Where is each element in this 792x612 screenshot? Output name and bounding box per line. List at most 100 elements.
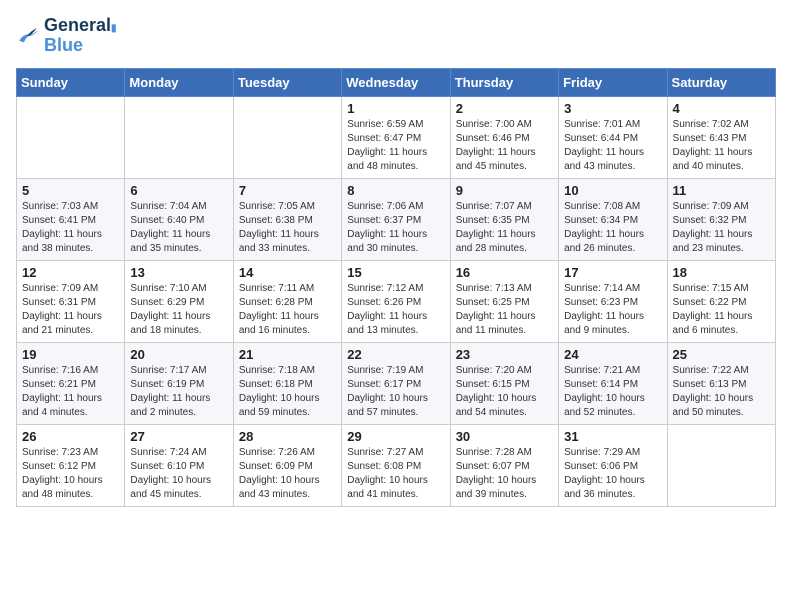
day-info: Sunrise: 7:00 AMSunset: 6:46 PMDaylight:… — [456, 118, 553, 174]
day-info: Sunrise: 7:09 AMSunset: 6:31 PMDaylight:… — [22, 282, 119, 338]
day-info: Sunrise: 7:06 AMSunset: 6:37 PMDaylight:… — [347, 200, 444, 256]
logo: General▮Blue — [16, 16, 117, 56]
day-info: Sunrise: 7:04 AMSunset: 6:40 PMDaylight:… — [130, 200, 227, 256]
weekday-header-cell: Friday — [559, 68, 667, 96]
calendar-day-cell: 3 Sunrise: 7:01 AMSunset: 6:44 PMDaylight… — [559, 96, 667, 178]
weekday-header-cell: Wednesday — [342, 68, 450, 96]
day-info: Sunrise: 7:28 AMSunset: 6:07 PMDaylight:… — [456, 446, 553, 502]
day-number: 28 — [239, 429, 336, 444]
calendar-day-cell: 19Sunrise: 7:16 AMSunset: 6:21 PMDayligh… — [17, 342, 125, 424]
day-number: 15 — [347, 265, 444, 280]
day-number: 12 — [22, 265, 119, 280]
day-number: 17 — [564, 265, 661, 280]
weekday-header-row: SundayMondayTuesdayWednesdayThursdayFrid… — [17, 68, 776, 96]
calendar-week-row: 12 Sunrise: 7:09 AMSunset: 6:31 PMDayligh… — [17, 260, 776, 342]
calendar-table: SundayMondayTuesdayWednesdayThursdayFrid… — [16, 68, 776, 507]
day-number: 30 — [456, 429, 553, 444]
day-info: Sunrise: 7:08 AMSunset: 6:34 PMDaylight:… — [564, 200, 661, 256]
day-info: Sunrise: 7:15 AMSunset: 6:22 PMDaylight:… — [673, 282, 770, 338]
day-number: 23 — [456, 347, 553, 362]
day-number: 24 — [564, 347, 661, 362]
day-info: Sunrise: 7:29 AMSunset: 6:06 PMDaylight:… — [564, 446, 661, 502]
calendar-day-cell: 24 Sunrise: 7:21 AMSunset: 6:14 PMDayligh… — [559, 342, 667, 424]
day-number: 27 — [130, 429, 227, 444]
day-info: Sunrise: 7:27 AMSunset: 6:08 PMDaylight:… — [347, 446, 444, 502]
weekday-header-cell: Thursday — [450, 68, 558, 96]
day-info: Sunrise: 7:24 AMSunset: 6:10 PMDaylight:… — [130, 446, 227, 502]
day-number: 14 — [239, 265, 336, 280]
logo-text: General▮Blue — [44, 16, 117, 56]
calendar-day-cell: 28 Sunrise: 7:26 AMSunset: 6:09 PMDayligh… — [233, 424, 341, 506]
calendar-body: 1 Sunrise: 6:59 AMSunset: 6:47 PMDaylight… — [17, 96, 776, 506]
day-info: Sunrise: 7:11 AMSunset: 6:28 PMDaylight:… — [239, 282, 336, 338]
day-number: 21 — [239, 347, 336, 362]
calendar-day-cell: 7 Sunrise: 7:05 AMSunset: 6:38 PMDaylight… — [233, 178, 341, 260]
day-number: 18 — [673, 265, 770, 280]
calendar-day-cell: 20 Sunrise: 7:17 AMSunset: 6:19 PMDayligh… — [125, 342, 233, 424]
calendar-day-cell: 31 Sunrise: 7:29 AMSunset: 6:06 PMDayligh… — [559, 424, 667, 506]
calendar-day-cell: 6 Sunrise: 7:04 AMSunset: 6:40 PMDaylight… — [125, 178, 233, 260]
day-info: Sunrise: 7:01 AMSunset: 6:44 PMDaylight:… — [564, 118, 661, 174]
day-info: Sunrise: 7:05 AMSunset: 6:38 PMDaylight:… — [239, 200, 336, 256]
day-number: 1 — [347, 101, 444, 116]
weekday-header-cell: Saturday — [667, 68, 775, 96]
day-number: 8 — [347, 183, 444, 198]
day-number: 4 — [673, 101, 770, 116]
calendar-week-row: 26Sunrise: 7:23 AMSunset: 6:12 PMDayligh… — [17, 424, 776, 506]
day-number: 13 — [130, 265, 227, 280]
calendar-day-cell: 2Sunrise: 7:00 AMSunset: 6:46 PMDaylight… — [450, 96, 558, 178]
day-info: Sunrise: 7:10 AMSunset: 6:29 PMDaylight:… — [130, 282, 227, 338]
day-number: 6 — [130, 183, 227, 198]
logo-icon — [16, 26, 40, 46]
day-info: Sunrise: 7:18 AMSunset: 6:18 PMDaylight:… — [239, 364, 336, 420]
calendar-day-cell: 17 Sunrise: 7:14 AMSunset: 6:23 PMDayligh… — [559, 260, 667, 342]
calendar-day-cell: 15 Sunrise: 7:12 AMSunset: 6:26 PMDayligh… — [342, 260, 450, 342]
day-number: 22 — [347, 347, 444, 362]
calendar-day-cell: 23 Sunrise: 7:20 AMSunset: 6:15 PMDayligh… — [450, 342, 558, 424]
day-info: Sunrise: 7:07 AMSunset: 6:35 PMDaylight:… — [456, 200, 553, 256]
day-number: 26 — [22, 429, 119, 444]
calendar-day-cell: 14 Sunrise: 7:11 AMSunset: 6:28 PMDayligh… — [233, 260, 341, 342]
day-info: Sunrise: 7:17 AMSunset: 6:19 PMDaylight:… — [130, 364, 227, 420]
calendar-day-cell: 30 Sunrise: 7:28 AMSunset: 6:07 PMDayligh… — [450, 424, 558, 506]
day-number: 5 — [22, 183, 119, 198]
day-info: Sunrise: 7:14 AMSunset: 6:23 PMDaylight:… — [564, 282, 661, 338]
day-info: Sunrise: 7:20 AMSunset: 6:15 PMDaylight:… — [456, 364, 553, 420]
calendar-day-cell: 18 Sunrise: 7:15 AMSunset: 6:22 PMDayligh… — [667, 260, 775, 342]
calendar-week-row: 5Sunrise: 7:03 AMSunset: 6:41 PMDaylight… — [17, 178, 776, 260]
day-number: 29 — [347, 429, 444, 444]
page-header: General▮Blue — [16, 16, 776, 56]
day-number: 11 — [673, 183, 770, 198]
weekday-header-cell: Tuesday — [233, 68, 341, 96]
day-number: 10 — [564, 183, 661, 198]
calendar-day-cell: 8 Sunrise: 7:06 AMSunset: 6:37 PMDaylight… — [342, 178, 450, 260]
day-number: 9 — [456, 183, 553, 198]
day-number: 7 — [239, 183, 336, 198]
calendar-week-row: 19Sunrise: 7:16 AMSunset: 6:21 PMDayligh… — [17, 342, 776, 424]
calendar-day-cell: 9 Sunrise: 7:07 AMSunset: 6:35 PMDaylight… — [450, 178, 558, 260]
calendar-day-cell: 27 Sunrise: 7:24 AMSunset: 6:10 PMDayligh… — [125, 424, 233, 506]
calendar-day-cell: 5Sunrise: 7:03 AMSunset: 6:41 PMDaylight… — [17, 178, 125, 260]
day-number: 3 — [564, 101, 661, 116]
day-number: 25 — [673, 347, 770, 362]
day-number: 19 — [22, 347, 119, 362]
calendar-day-cell — [667, 424, 775, 506]
day-info: Sunrise: 6:59 AMSunset: 6:47 PMDaylight:… — [347, 118, 444, 174]
calendar-week-row: 1 Sunrise: 6:59 AMSunset: 6:47 PMDaylight… — [17, 96, 776, 178]
day-info: Sunrise: 7:12 AMSunset: 6:26 PMDaylight:… — [347, 282, 444, 338]
calendar-day-cell — [17, 96, 125, 178]
calendar-day-cell: 10 Sunrise: 7:08 AMSunset: 6:34 PMDayligh… — [559, 178, 667, 260]
day-info: Sunrise: 7:13 AMSunset: 6:25 PMDaylight:… — [456, 282, 553, 338]
day-info: Sunrise: 7:26 AMSunset: 6:09 PMDaylight:… — [239, 446, 336, 502]
day-number: 16 — [456, 265, 553, 280]
calendar-day-cell: 4Sunrise: 7:02 AMSunset: 6:43 PMDaylight… — [667, 96, 775, 178]
day-info: Sunrise: 7:21 AMSunset: 6:14 PMDaylight:… — [564, 364, 661, 420]
calendar-day-cell — [233, 96, 341, 178]
calendar-day-cell: 12 Sunrise: 7:09 AMSunset: 6:31 PMDayligh… — [17, 260, 125, 342]
calendar-day-cell — [125, 96, 233, 178]
calendar-day-cell: 16 Sunrise: 7:13 AMSunset: 6:25 PMDayligh… — [450, 260, 558, 342]
day-number: 31 — [564, 429, 661, 444]
calendar-day-cell: 26Sunrise: 7:23 AMSunset: 6:12 PMDayligh… — [17, 424, 125, 506]
calendar-day-cell: 1 Sunrise: 6:59 AMSunset: 6:47 PMDaylight… — [342, 96, 450, 178]
day-number: 20 — [130, 347, 227, 362]
